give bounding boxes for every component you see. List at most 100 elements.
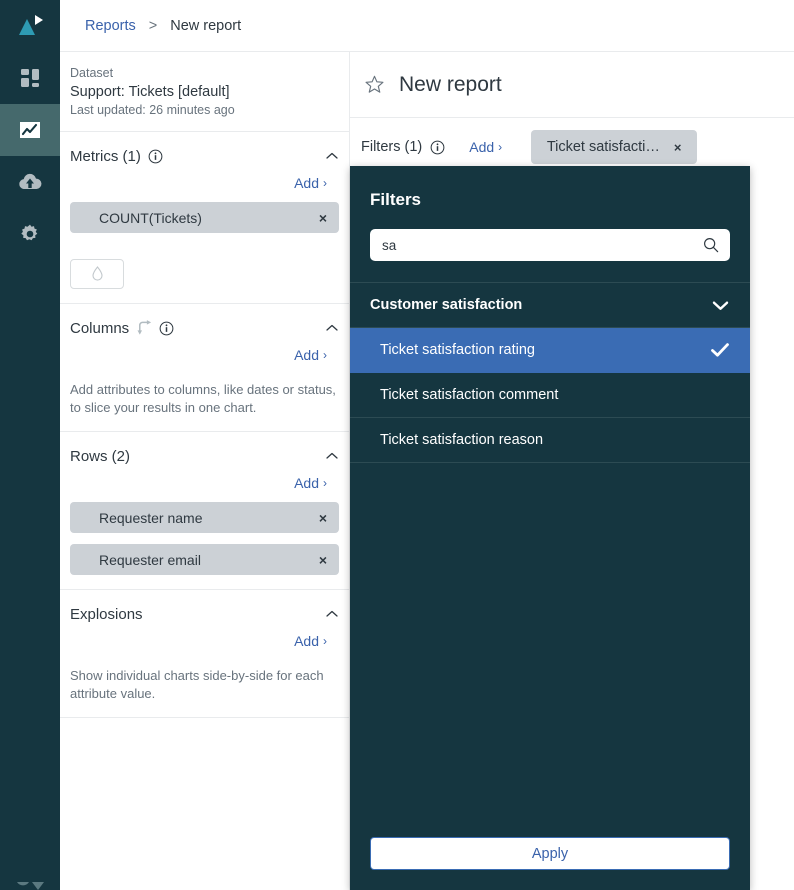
row-chip-label: Requester email [99,551,201,568]
filters-panel-footer: Apply [350,837,750,890]
user-avatar-icon [13,874,47,890]
apply-button[interactable]: Apply [370,837,730,870]
remove-filter-button[interactable]: × [674,140,682,155]
section-header-columns: Columns [70,318,339,338]
chevron-right-icon: › [323,348,327,362]
chevron-right-icon: › [323,634,327,648]
explosions-hint: Show individual charts side-by-side for … [70,668,324,701]
section-explosions: Explosions Add › Show individual charts … [60,590,349,718]
add-row-columns: Add › [70,347,339,363]
add-row-metrics: Add › [70,175,339,191]
cloud-upload-icon [17,170,43,194]
metric-format-button[interactable] [70,259,124,289]
collapse-toggle-metrics[interactable] [325,151,339,161]
search-input[interactable] [382,237,702,253]
filter-group-label: Customer satisfaction [370,297,523,313]
metric-chip[interactable]: COUNT(Tickets) × [70,202,339,233]
add-filter-label: Add [469,139,495,155]
favorite-button[interactable] [361,72,387,98]
filters-search-wrap [350,210,750,283]
row-chip-label: Requester name [99,509,203,526]
add-row-button[interactable]: Add › [294,475,327,491]
section-title-rows: Rows (2) [70,447,131,465]
chevron-up-icon [326,452,338,459]
product-logo-icon [19,15,43,35]
app-root: Reports > New report Dataset Support: Ti… [0,0,794,890]
sidebar-item-reports[interactable] [0,104,60,156]
page-title: New report [399,72,502,96]
breadcrumb-separator: > [148,17,158,34]
collapse-toggle-rows[interactable] [325,451,339,461]
chevron-right-icon: › [323,476,327,490]
dataset-last-updated: Last updated: 26 minutes ago [70,103,235,117]
filter-option-ticket-satisfaction-rating[interactable]: Ticket satisfaction rating [350,328,750,373]
chevron-up-icon [326,324,338,331]
section-rows: Rows (2) Add › Requester name × Requeste… [60,432,349,590]
info-icon[interactable] [148,149,163,164]
chart-line-icon [17,117,43,143]
row-chip[interactable]: Requester email × [70,544,339,575]
collapse-toggle-columns[interactable] [325,323,339,333]
chevron-down-icon [711,299,730,312]
sidebar-item-settings[interactable] [0,208,60,260]
section-header-explosions: Explosions [70,604,339,624]
chevron-right-icon: › [498,140,503,154]
add-row-rows: Add › [70,475,339,491]
sidebar-item-data-imports[interactable] [0,156,60,208]
columns-hint: Add attributes to columns, like dates or… [70,382,336,415]
section-header-metrics: Metrics (1) [70,146,339,166]
droplet-icon [91,266,103,281]
add-column-button[interactable]: Add › [294,347,327,363]
filters-panel-spacer [350,463,750,837]
add-metric-label: Add [294,175,319,191]
add-row-label: Add [294,475,319,491]
info-icon[interactable] [430,140,445,155]
chevron-up-icon [326,152,338,159]
report-title-bar: New report [350,52,794,118]
add-row-explosions: Add › [70,633,339,649]
filter-group-customer-satisfaction[interactable]: Customer satisfaction [350,283,750,328]
check-icon [710,342,730,358]
dataset-label: Dataset [70,66,114,80]
add-explosion-button[interactable]: Add › [294,633,327,649]
dataset-name: Support: Tickets [default] [70,84,230,100]
add-explosion-label: Add [294,633,319,649]
filter-option-ticket-satisfaction-comment[interactable]: Ticket satisfaction comment [350,373,750,418]
section-title-metrics: Metrics (1) [70,147,141,165]
sidebar-item-dashboards[interactable] [0,52,60,104]
filter-option-ticket-satisfaction-reason[interactable]: Ticket satisfaction reason [350,418,750,463]
star-outline-icon [365,75,383,93]
section-columns: Columns Add › Add attributes to columns,… [60,304,349,432]
row-chip[interactable]: Requester name × [70,502,339,533]
gear-icon [18,222,42,246]
breadcrumb-link-reports[interactable]: Reports [85,18,136,34]
remove-row-button[interactable]: × [311,553,327,567]
remove-row-button[interactable]: × [311,511,327,525]
add-metric-button[interactable]: Add › [294,175,327,191]
section-icons-columns [136,320,174,336]
info-icon[interactable] [159,321,174,336]
sidebar-item-account[interactable] [0,850,60,890]
remove-metric-button[interactable]: × [311,211,327,225]
section-header-rows: Rows (2) [70,446,339,466]
collapse-toggle-explosions[interactable] [325,609,339,619]
filter-option-label: Ticket satisfaction comment [380,387,559,403]
dataset-block[interactable]: Dataset Support: Tickets [default] Last … [60,52,349,132]
section-title-columns: Columns [70,319,130,337]
add-filter-button[interactable]: Add › [469,139,502,155]
filters-dropdown-panel: Filters Customer satisfaction [350,166,750,890]
active-filter-chip[interactable]: Ticket satisfacti… × [531,130,698,164]
section-metrics: Metrics (1) Add › COUNT(Tickets) × [60,132,349,304]
filter-option-label: Ticket satisfaction reason [380,432,544,448]
active-filter-chip-label: Ticket satisfacti… [546,139,660,155]
search-icon[interactable] [702,236,720,254]
grid-icon [18,66,42,90]
product-logo[interactable] [0,0,60,52]
transpose-icon[interactable] [136,320,153,336]
breadcrumb: Reports > New report [60,0,794,52]
filters-search-box[interactable] [370,229,730,261]
section-icons-metrics [148,149,163,164]
global-nav-rail [0,0,60,890]
filters-option-list: Customer satisfaction Ticket satisfactio… [350,283,750,463]
filters-label: Filters (1) [361,139,423,155]
